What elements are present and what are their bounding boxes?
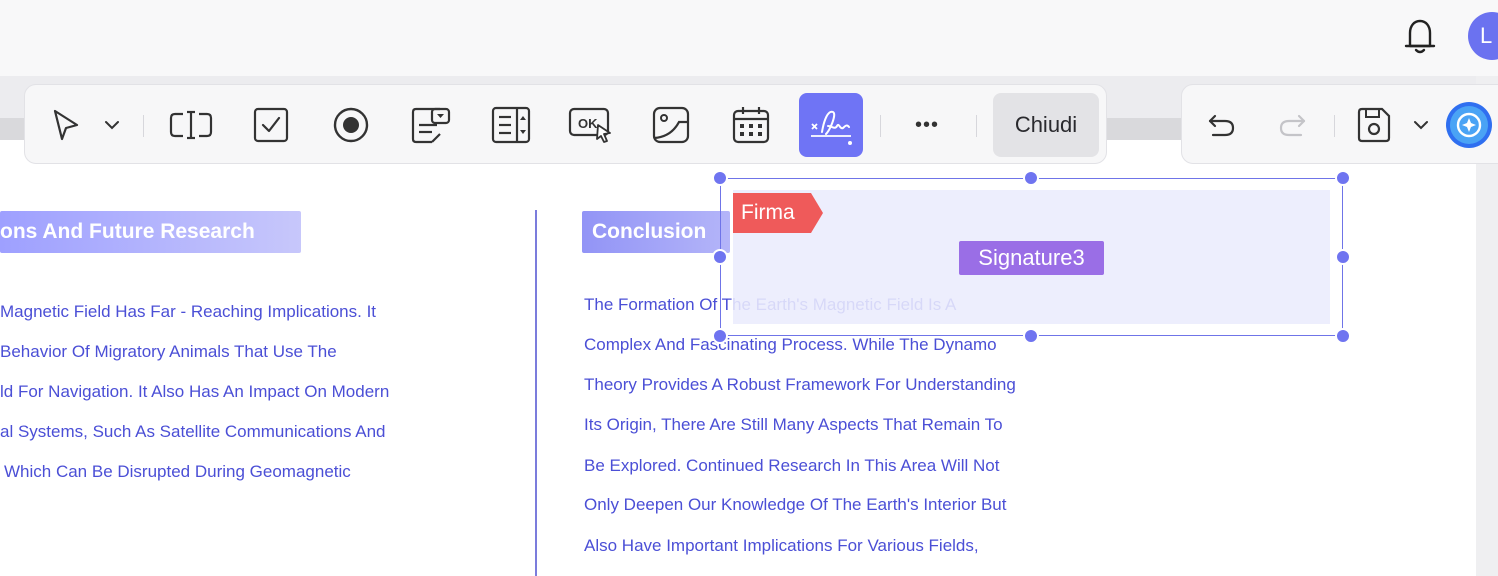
resize-handle-top-right[interactable] <box>1335 170 1351 186</box>
signature-tool-button[interactable] <box>799 93 863 157</box>
ai-assistant-icon <box>1444 100 1494 150</box>
resize-handle-left[interactable] <box>712 249 728 265</box>
column-divider <box>535 210 537 576</box>
history-toolbar <box>1181 84 1498 164</box>
save-dropdown[interactable] <box>1406 93 1436 157</box>
right-text-line: Complex And Fascinating Process. While T… <box>584 335 997 354</box>
left-text-line: Which Can Be Disrupted During Geomagneti… <box>4 462 351 481</box>
left-text-line: al Systems, Such As Satellite Communicat… <box>0 422 386 441</box>
right-text-line: Theory Provides A Robust Framework For U… <box>584 375 1016 394</box>
combo-box-tool-button[interactable] <box>399 93 463 157</box>
close-button[interactable]: Chiudi <box>993 93 1099 157</box>
list-box-icon <box>490 105 532 145</box>
undo-icon <box>1207 110 1237 140</box>
radio-button-icon <box>332 106 370 144</box>
radio-button-tool-button[interactable] <box>319 93 383 157</box>
bell-icon[interactable] <box>1402 16 1438 56</box>
button-tool-button[interactable]: OK <box>559 93 623 157</box>
left-text-line: Behavior Of Migratory Animals That Use T… <box>0 342 337 361</box>
image-tool-button[interactable] <box>639 93 703 157</box>
resize-handle-top[interactable] <box>1023 170 1039 186</box>
right-text-line: Be Explored. Continued Research In This … <box>584 456 1000 475</box>
resize-handle-bottom-left[interactable] <box>712 328 728 344</box>
form-toolbar: OK ••• Chiudi <box>24 84 1107 164</box>
text-field-icon <box>169 108 213 142</box>
chevron-down-icon <box>1413 120 1429 130</box>
select-tool-dropdown[interactable] <box>97 93 127 157</box>
undo-button[interactable] <box>1190 93 1254 157</box>
signature-field-name: Signature3 <box>959 241 1104 275</box>
date-tool-button[interactable] <box>719 93 783 157</box>
more-options-button[interactable]: ••• <box>895 93 959 157</box>
save-button[interactable] <box>1342 93 1406 157</box>
toolbar-separator <box>880 115 881 137</box>
left-section-heading: ons And Future Research <box>0 211 301 253</box>
toolbar-separator <box>143 115 144 137</box>
resize-handle-bottom[interactable] <box>1023 328 1039 344</box>
combo-box-icon <box>410 105 452 145</box>
left-text-line: Magnetic Field Has Far - Reaching Implic… <box>0 302 377 321</box>
right-text-line: Also Have Important Implications For Var… <box>584 536 979 555</box>
image-icon <box>651 105 691 145</box>
resize-handle-bottom-right[interactable] <box>1335 328 1351 344</box>
right-text-line: Only Deepen Our Knowledge Of The Earth's… <box>584 495 1007 514</box>
signature-icon <box>806 102 856 148</box>
text-field-tool-button[interactable] <box>159 93 223 157</box>
top-bar: L <box>0 0 1498 76</box>
resize-handle-top-left[interactable] <box>712 170 728 186</box>
left-text-line: ld For Navigation. It Also Has An Impact… <box>0 382 390 401</box>
more-icon: ••• <box>914 113 939 136</box>
save-icon <box>1356 106 1392 144</box>
avatar[interactable]: L <box>1468 12 1498 60</box>
right-text-line: Its Origin, There Are Still Many Aspects… <box>584 415 1003 434</box>
field-type-tag: Firma <box>733 193 823 233</box>
toolbar-separator <box>1334 115 1335 137</box>
redo-button[interactable] <box>1260 93 1324 157</box>
redo-icon <box>1277 110 1307 140</box>
toolbar-separator <box>976 115 977 137</box>
checkbox-icon <box>253 107 289 143</box>
list-box-tool-button[interactable] <box>479 93 543 157</box>
select-tool-button[interactable] <box>33 93 97 157</box>
chevron-down-icon <box>104 120 120 130</box>
calendar-icon <box>731 105 771 145</box>
ai-assistant-button[interactable] <box>1444 93 1494 157</box>
resize-handle-right[interactable] <box>1335 249 1351 265</box>
ok-button-icon: OK <box>568 105 614 145</box>
pointer-arrow-icon <box>45 105 85 145</box>
conclusion-heading: Conclusion <box>582 211 730 253</box>
checkbox-tool-button[interactable] <box>239 93 303 157</box>
ok-glyph: OK <box>578 116 598 131</box>
